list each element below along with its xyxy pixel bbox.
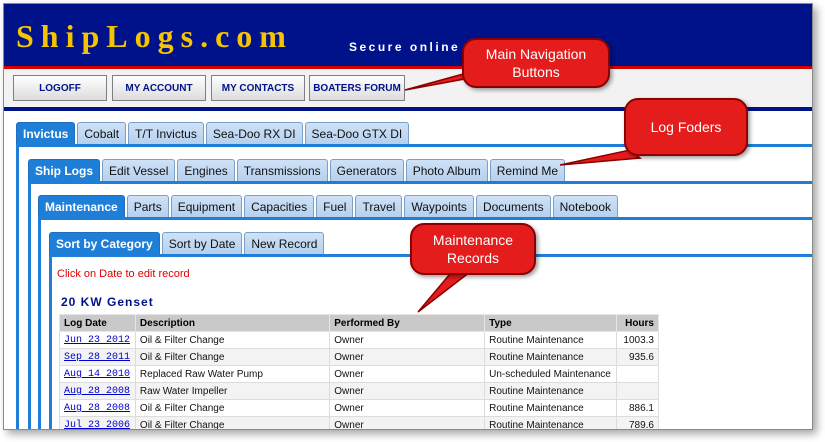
tab-documents[interactable]: Documents	[475, 195, 551, 217]
table-row: Jul 23 2006 Oil & Filter Change Owner Ro…	[59, 416, 659, 429]
log-date-link[interactable]: Aug 28 2008	[64, 403, 130, 414]
type-cell: Routine Maintenance	[484, 382, 618, 400]
tab-cobalt[interactable]: Cobalt	[77, 122, 127, 144]
tab-maintenance[interactable]: Maintenance	[38, 195, 125, 217]
tab-sea-doo-rx-di[interactable]: Sea-Doo RX DI	[205, 122, 303, 144]
performed-by-cell: Owner	[329, 348, 486, 366]
log-date-link[interactable]: Sep 28 2011	[64, 352, 130, 363]
table-header-row: Log Date Description Performed By Type H…	[59, 314, 659, 332]
hours-cell	[616, 382, 659, 400]
table-row: Jun 23 2012 Oil & Filter Change Owner Ro…	[59, 331, 659, 349]
logoff-button[interactable]: LOGOFF	[13, 75, 107, 101]
table-row: Aug 28 2008 Oil & Filter Change Owner Ro…	[59, 399, 659, 417]
table-row: Sep 28 2011 Oil & Filter Change Owner Ro…	[59, 348, 659, 366]
tab-travel[interactable]: Travel	[355, 195, 403, 217]
tab-ship-logs[interactable]: Ship Logs	[28, 159, 100, 181]
type-cell: Routine Maintenance	[484, 331, 618, 349]
tab-photo-album[interactable]: Photo Album	[405, 159, 488, 181]
tab-transmissions[interactable]: Transmissions	[236, 159, 328, 181]
performed-by-cell: Owner	[329, 365, 486, 383]
tab-invictus[interactable]: Invictus	[16, 122, 76, 144]
tab-new-record[interactable]: New Record	[244, 232, 325, 254]
tab-parts[interactable]: Parts	[126, 195, 169, 217]
folders-callout: Log Foders	[624, 98, 748, 156]
folder-tabs: Ship Logs Edit Vessel Engines Transmissi…	[28, 159, 567, 181]
tab-equipment[interactable]: Equipment	[170, 195, 243, 217]
table-row: Aug 28 2008 Raw Water Impeller Owner Rou…	[59, 382, 659, 400]
col-type: Type	[484, 314, 618, 332]
my-account-button[interactable]: MY ACCOUNT	[112, 75, 206, 101]
site-banner: ShipLogs.com Secure online log for your …	[4, 4, 812, 69]
type-cell: Routine Maintenance	[484, 416, 618, 429]
col-description: Description	[134, 314, 331, 332]
tab-sea-doo-gtx-di[interactable]: Sea-Doo GTX DI	[304, 122, 410, 144]
description-cell: Oil & Filter Change	[134, 399, 331, 417]
log-date-link[interactable]: Jun 23 2012	[64, 335, 130, 346]
tab-engines[interactable]: Engines	[177, 159, 235, 181]
log-tabs: Maintenance Parts Equipment Capacities F…	[38, 195, 620, 217]
records-callout: Maintenance Records	[410, 223, 536, 275]
tab-edit-vessel[interactable]: Edit Vessel	[102, 159, 176, 181]
tab-waypoints[interactable]: Waypoints	[404, 195, 474, 217]
type-cell: Un-scheduled Maintenance	[484, 365, 618, 383]
col-performed-by: Performed By	[329, 314, 486, 332]
category-title: 20 KW Genset	[61, 295, 154, 309]
hours-cell: 789.6	[616, 416, 659, 429]
tab-sort-by-category[interactable]: Sort by Category	[49, 232, 160, 254]
boaters-forum-button[interactable]: BOATERS FORUM	[309, 75, 405, 101]
hours-cell: 886.1	[616, 399, 659, 417]
sort-tabs: Sort by Category Sort by Date New Record	[49, 232, 326, 254]
performed-by-cell: Owner	[329, 382, 486, 400]
description-cell: Oil & Filter Change	[134, 331, 331, 349]
edit-hint: Click on Date to edit record	[57, 268, 190, 280]
tab-remind-me[interactable]: Remind Me	[489, 159, 566, 181]
hours-cell	[616, 365, 659, 383]
tab-generators[interactable]: Generators	[329, 159, 404, 181]
type-cell: Routine Maintenance	[484, 399, 618, 417]
maintenance-table: Log Date Description Performed By Type H…	[59, 314, 659, 429]
performed-by-cell: Owner	[329, 399, 486, 417]
description-cell: Raw Water Impeller	[134, 382, 331, 400]
description-cell: Replaced Raw Water Pump	[134, 365, 331, 383]
performed-by-cell: Owner	[329, 416, 486, 429]
type-cell: Routine Maintenance	[484, 348, 618, 366]
tab-sort-by-date[interactable]: Sort by Date	[161, 232, 243, 254]
tab-tt-invictus[interactable]: T/T Invictus	[128, 122, 204, 144]
table-row: Aug 14 2010 Replaced Raw Water Pump Owne…	[59, 365, 659, 383]
description-cell: Oil & Filter Change	[134, 348, 331, 366]
hours-cell: 935.6	[616, 348, 659, 366]
my-contacts-button[interactable]: MY CONTACTS	[211, 75, 305, 101]
tab-fuel[interactable]: Fuel	[316, 195, 354, 217]
site-logo[interactable]: ShipLogs.com	[16, 18, 293, 55]
log-date-link[interactable]: Aug 28 2008	[64, 386, 130, 397]
hours-cell: 1003.3	[616, 331, 659, 349]
app-window: ShipLogs.com Secure online log for your …	[3, 3, 813, 430]
nav-callout: Main Navigation Buttons	[462, 38, 610, 88]
tab-capacities[interactable]: Capacities	[244, 195, 315, 217]
performed-by-cell: Owner	[329, 331, 486, 349]
description-cell: Oil & Filter Change	[134, 416, 331, 429]
col-hours: Hours	[616, 314, 659, 332]
log-date-link[interactable]: Jul 23 2006	[64, 420, 130, 429]
tab-notebook[interactable]: Notebook	[552, 195, 619, 217]
col-log-date: Log Date	[59, 314, 136, 332]
vessel-tabs: Invictus Cobalt T/T Invictus Sea-Doo RX …	[16, 122, 411, 144]
log-date-link[interactable]: Aug 14 2010	[64, 369, 130, 380]
